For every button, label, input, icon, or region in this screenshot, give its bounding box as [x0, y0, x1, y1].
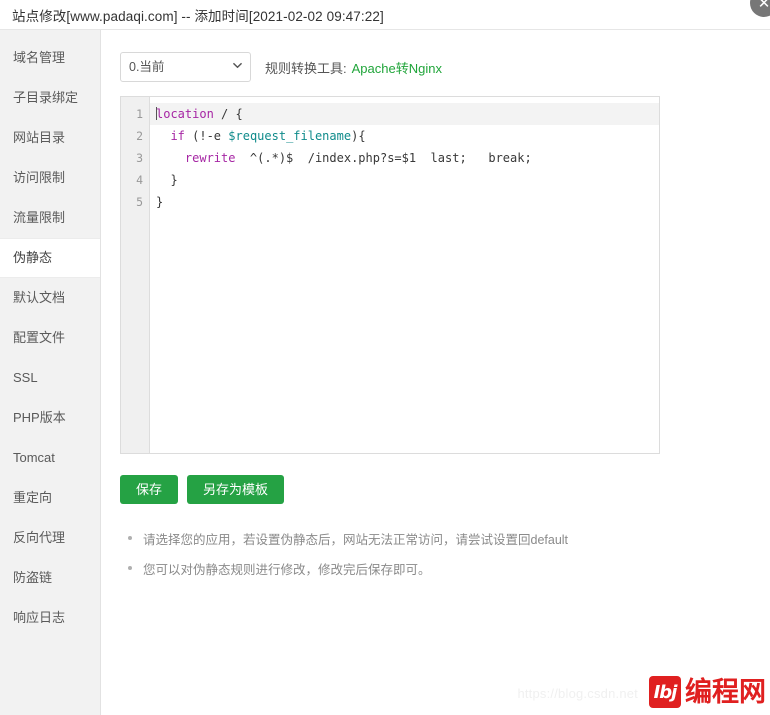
- code-token-text: }: [156, 173, 178, 187]
- code-line-3[interactable]: rewrite ^(.*)$ /index.php?s=$1 last; bre…: [150, 147, 659, 169]
- line-number: 1: [136, 107, 143, 121]
- code-token-text: ^(.*)$ /index.php?s=$1 last; break;: [235, 151, 532, 165]
- sidebar-item-config-file[interactable]: 配置文件: [0, 318, 100, 358]
- sidebar-item-redirect[interactable]: 重定向: [0, 478, 100, 518]
- action-button-row: 保存 另存为模板: [120, 475, 770, 504]
- bullet-icon: [128, 536, 132, 540]
- rule-select-wrapper: 0.当前: [120, 52, 251, 82]
- code-line-4[interactable]: }: [150, 169, 659, 191]
- save-button[interactable]: 保存: [120, 475, 179, 504]
- window-titlebar: 站点修改[www.padaqi.com] -- 添加时间[2021-02-02 …: [0, 0, 770, 30]
- brand-name: 编程网: [685, 676, 766, 708]
- notes-list: 请选择您的应用，若设置伪静态后，网站无法正常访问，请尝试设置回default 您…: [120, 529, 770, 578]
- save-as-template-button[interactable]: 另存为模板: [187, 475, 285, 504]
- sidebar-item-domain-management[interactable]: 域名管理: [0, 38, 100, 78]
- sidebar-item-tomcat[interactable]: Tomcat: [0, 438, 100, 478]
- toolbar: 0.当前 规则转换工具: Apache转Nginx: [120, 52, 770, 82]
- code-token-keyword: location: [156, 107, 214, 121]
- sidebar-item-site-directory[interactable]: 网站目录: [0, 118, 100, 158]
- code-token-keyword: rewrite: [184, 151, 236, 165]
- sidebar-item-ssl[interactable]: SSL: [0, 358, 100, 398]
- sidebar-item-php-version[interactable]: PHP版本: [0, 398, 100, 438]
- close-icon[interactable]: ✕: [750, 0, 770, 17]
- page-shell: 域名管理 子目录绑定 网站目录 访问限制 流量限制 伪静态 默认文档 配置文件 …: [0, 30, 770, 715]
- code-token-text: }: [156, 195, 164, 209]
- sidebar-item-pseudo-static[interactable]: 伪静态: [0, 238, 100, 278]
- note-item: 请选择您的应用，若设置伪静态后，网站无法正常访问，请尝试设置回default: [122, 529, 770, 548]
- apache-to-nginx-link[interactable]: Apache转Nginx: [352, 58, 442, 77]
- bullet-icon: [128, 566, 132, 570]
- sidebar-item-response-log[interactable]: 响应日志: [0, 598, 100, 638]
- rule-select[interactable]: 0.当前: [120, 52, 251, 82]
- brand-mark-icon: Ibj: [649, 676, 681, 708]
- line-number: 2: [136, 129, 143, 143]
- sidebar: 域名管理 子目录绑定 网站目录 访问限制 流量限制 伪静态 默认文档 配置文件 …: [0, 30, 101, 715]
- line-number: 3: [136, 151, 143, 165]
- sidebar-item-subdirectory-binding[interactable]: 子目录绑定: [0, 78, 100, 118]
- sidebar-item-anti-leech[interactable]: 防盗链: [0, 558, 100, 598]
- code-token-text: ){: [351, 129, 366, 143]
- code-token-variable: $request_filename: [228, 129, 352, 143]
- sidebar-item-access-restriction[interactable]: 访问限制: [0, 158, 100, 198]
- brand-logo: Ibj 编程网: [649, 673, 766, 711]
- code-token-indent: [156, 129, 170, 143]
- note-item: 您可以对伪静态规则进行修改，修改完后保存即可。: [122, 559, 770, 578]
- code-token-indent: [156, 151, 185, 165]
- note-text: 您可以对伪静态规则进行修改，修改完后保存即可。: [143, 563, 431, 577]
- line-number: 5: [136, 195, 143, 209]
- sidebar-item-default-document[interactable]: 默认文档: [0, 278, 100, 318]
- pseudo-static-code-editor[interactable]: 1 2 3 4 5 location / { if (!-e $request_…: [120, 96, 660, 454]
- csdn-watermark: https://blog.csdn.net: [517, 686, 638, 701]
- code-line-1[interactable]: location / {: [150, 103, 659, 125]
- note-text: 请选择您的应用，若设置伪静态后，网站无法正常访问，请尝试设置回default: [143, 533, 569, 547]
- sidebar-item-traffic-limit[interactable]: 流量限制: [0, 198, 100, 238]
- code-token-keyword: if: [170, 129, 185, 143]
- code-token-text: / {: [213, 107, 243, 121]
- sidebar-item-reverse-proxy[interactable]: 反向代理: [0, 518, 100, 558]
- code-token-text: (!-e: [184, 129, 229, 143]
- converter-label: 规则转换工具:: [265, 60, 347, 76]
- window-title: 站点修改[www.padaqi.com] -- 添加时间[2021-02-02 …: [12, 8, 384, 24]
- code-line-2[interactable]: if (!-e $request_filename){: [150, 125, 659, 147]
- editor-line-number-gutter: 1 2 3 4 5: [121, 97, 150, 453]
- editor-code-area[interactable]: location / { if (!-e $request_filename){…: [150, 97, 659, 453]
- line-number: 4: [136, 173, 143, 187]
- main-content: 0.当前 规则转换工具: Apache转Nginx 1 2 3 4 5 loca…: [101, 30, 770, 715]
- code-line-5[interactable]: }: [150, 191, 659, 213]
